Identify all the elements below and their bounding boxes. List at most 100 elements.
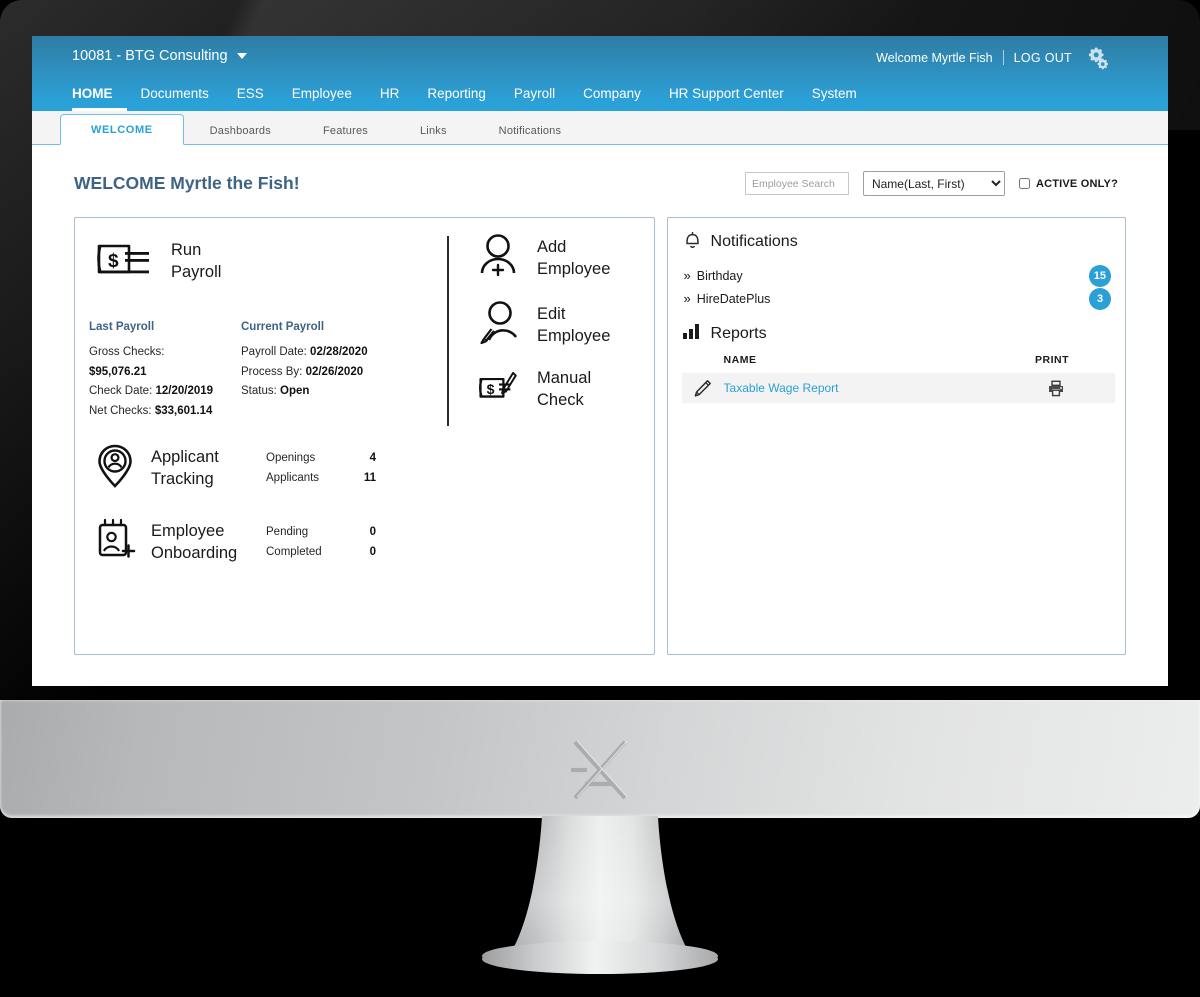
printer-icon[interactable] <box>1035 380 1115 397</box>
completed-value: 0 <box>369 545 376 558</box>
reports-table-header: NAME PRINT <box>682 354 1115 373</box>
company-selector[interactable]: 10081 - BTG Consulting <box>72 48 247 64</box>
x-logo-icon <box>565 736 635 804</box>
manual-check-line1: Manual <box>537 369 592 388</box>
gross-checks-label: Gross Checks: <box>89 345 165 358</box>
search-mode-select[interactable]: Name(Last, First) <box>862 171 1005 196</box>
notification-count-badge: 3 <box>1089 287 1111 310</box>
report-name-link[interactable]: Taxable Wage Report <box>724 379 1035 397</box>
current-payroll-heading: Current Payroll <box>241 321 325 333</box>
search-input[interactable] <box>744 172 849 195</box>
gear-icon[interactable] <box>1084 46 1110 70</box>
reports-col-icon <box>682 354 724 366</box>
stat-line: Applicants 11 <box>266 469 376 489</box>
active-only-checkbox[interactable] <box>1018 178 1030 189</box>
check-date-label: Check Date: <box>89 385 153 398</box>
nav-item-hr-support-center[interactable]: HR Support Center <box>655 86 798 111</box>
pending-label: Pending <box>266 525 309 538</box>
openings-value: 4 <box>369 451 376 464</box>
edit-employee-button[interactable]: Edit Employee <box>477 299 610 352</box>
check-date-value: 12/20/2019 <box>155 385 214 398</box>
active-only-label: ACTIVE ONLY? <box>1035 177 1118 190</box>
nav-item-hr[interactable]: HR <box>366 86 414 111</box>
nav-item-home[interactable]: HOME <box>72 86 127 111</box>
gross-checks-value: $95,076.21 <box>89 365 147 378</box>
nav-item-reporting[interactable]: Reporting <box>413 86 500 111</box>
add-employee-button[interactable]: Add Employee <box>477 232 610 285</box>
tab-notifications[interactable]: Notifications <box>473 116 588 145</box>
table-row[interactable]: Taxable Wage Report <box>681 373 1115 403</box>
notification-label: HireDatePlus <box>696 291 771 306</box>
bell-icon <box>684 230 701 254</box>
logout-link[interactable]: LOG OUT <box>1014 51 1072 65</box>
nav-item-employee[interactable]: Employee <box>278 86 366 111</box>
payroll-panel: $ Run Payroll Last Payroll Gross Checks:… <box>74 217 655 655</box>
company-name: 10081 - BTG Consulting <box>72 48 228 64</box>
stat-line: Completed 0 <box>266 543 376 563</box>
dashboard-panels: $ Run Payroll Last Payroll Gross Checks:… <box>44 217 1156 655</box>
app-header: 10081 - BTG Consulting Welcome Myrtle Fi… <box>32 36 1168 111</box>
pencil-icon[interactable] <box>682 379 724 398</box>
process-by-value: 02/26/2020 <box>305 365 364 378</box>
employee-onboarding-label: Employee Onboarding <box>151 521 266 563</box>
chevron-down-icon <box>236 53 247 59</box>
tab-features[interactable]: Features <box>297 116 394 145</box>
last-payroll-heading: Last Payroll <box>89 321 155 333</box>
net-checks-value: $33,601.14 <box>154 405 213 418</box>
manual-check-button[interactable]: $ Manual Check <box>477 366 610 413</box>
secondary-tabbar: WELCOME Dashboards Features Links Notifi… <box>32 111 1168 145</box>
run-payroll-line2: Payroll <box>171 262 222 281</box>
chevron-double-right-icon: » <box>683 291 691 306</box>
nav-item-payroll[interactable]: Payroll <box>500 86 569 111</box>
manual-check-line2: Check <box>537 390 584 409</box>
notifications-header: Notifications <box>684 230 798 254</box>
applicants-label: Applicants <box>266 471 320 484</box>
svg-text:$: $ <box>108 251 119 272</box>
nav-item-system[interactable]: System <box>798 86 871 111</box>
net-checks-label: Net Checks: <box>89 405 152 418</box>
stat-line: Pending 0 <box>266 523 376 543</box>
notifications-list: » Birthday 15 » HireDatePlus 3 <box>684 264 1111 310</box>
applicant-tracking-line2: Tracking <box>151 469 214 488</box>
completed-label: Completed <box>266 545 322 558</box>
tab-links[interactable]: Links <box>394 116 473 145</box>
employee-onboarding-line2: Onboarding <box>151 543 238 562</box>
reports-heading: Reports <box>710 325 767 342</box>
payroll-date-value: 02/28/2020 <box>310 345 368 358</box>
applicants-value: 11 <box>363 471 376 484</box>
nav-item-ess[interactable]: ESS <box>223 86 278 111</box>
reports-col-name: NAME <box>723 354 757 366</box>
page-header-row: WELCOME Myrtle the Fish! Name(Last, Firs… <box>44 145 1156 217</box>
current-payroll-column: Current Payroll Payroll Date: 02/28/2020… <box>241 318 368 422</box>
notification-label: Birthday <box>696 268 743 283</box>
notification-count-badge: 15 <box>1088 264 1111 287</box>
applicant-tracking-row[interactable]: Applicant Tracking Openings 4 Applicants… <box>95 443 376 494</box>
run-payroll-label: Run Payroll <box>171 240 221 282</box>
nav-item-documents[interactable]: Documents <box>127 86 223 111</box>
report-name[interactable]: Taxable Wage Report <box>724 381 839 395</box>
run-payroll-button[interactable]: $ Run Payroll <box>95 238 221 285</box>
tab-welcome[interactable]: WELCOME <box>60 114 184 145</box>
notifications-heading: Notifications <box>710 233 798 250</box>
active-only-toggle[interactable]: ACTIVE ONLY? <box>1018 177 1118 190</box>
primary-nav: HOME Documents ESS Employee HR Reporting… <box>72 86 871 111</box>
applicant-tracking-line1: Applicant <box>151 448 219 467</box>
notifications-panel: Notifications » Birthday 15 » HireDatePl… <box>666 217 1126 655</box>
applicant-tracking-stats: Openings 4 Applicants 11 <box>266 449 376 489</box>
notification-item-birthday[interactable]: » Birthday 15 <box>684 264 1111 287</box>
edit-employee-line2: Employee <box>537 326 611 345</box>
panel-vertical-divider <box>447 236 449 426</box>
employee-onboarding-row[interactable]: Employee Onboarding Pending 0 Completed … <box>95 517 376 568</box>
tab-list: WELCOME Dashboards Features Links Notifi… <box>60 114 587 145</box>
nav-item-company[interactable]: Company <box>569 86 655 111</box>
screen-viewport: 10081 - BTG Consulting Welcome Myrtle Fi… <box>32 36 1168 686</box>
payroll-date-label: Payroll Date: <box>241 345 307 358</box>
notification-item-hiredateplus[interactable]: » HireDatePlus 3 <box>684 287 1111 310</box>
pending-value: 0 <box>369 525 376 538</box>
payroll-details: Last Payroll Gross Checks: $95,076.21 Ch… <box>89 318 368 422</box>
monitor-stand <box>440 816 760 992</box>
add-employee-line1: Add <box>537 238 567 257</box>
openings-label: Openings <box>266 451 316 464</box>
tab-dashboards[interactable]: Dashboards <box>184 116 297 145</box>
last-payroll-column: Last Payroll Gross Checks: $95,076.21 Ch… <box>89 318 241 422</box>
